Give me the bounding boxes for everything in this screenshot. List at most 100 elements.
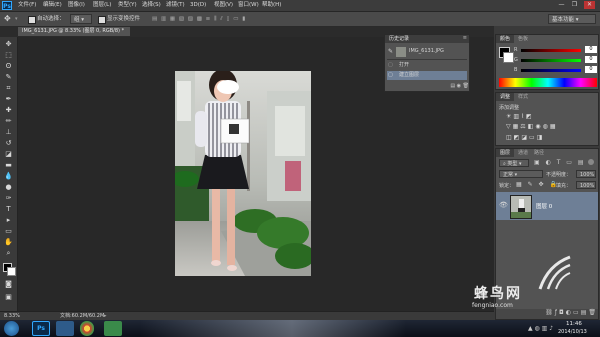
document-tab[interactable]: IMG_6131.JPG @ 8.33% (图层 0, RGB/8) * ×: [18, 27, 130, 43]
lasso-tool-icon[interactable]: ʘ: [3, 62, 14, 71]
quick-select-tool-icon[interactable]: ✎: [3, 73, 14, 82]
history-snapshot[interactable]: ✎ IMG_6131.JPG: [387, 45, 467, 60]
lock-icons[interactable]: ▦ ✎ ✥ 🔒: [516, 181, 559, 188]
zoom-tool-icon[interactable]: ⌕: [3, 249, 14, 258]
crop-tool-icon[interactable]: ⌗: [3, 84, 14, 93]
panel-menu-icon[interactable]: ≡: [463, 35, 467, 41]
history-panel-tab[interactable]: 历史记录: [385, 35, 469, 43]
tab-adjustments[interactable]: 调整: [496, 93, 515, 101]
layer-filter-icons[interactable]: ▣ ◐ T ▭ ▤: [534, 159, 586, 166]
eyedropper-tool-icon[interactable]: ✒: [3, 95, 14, 104]
delete-state-icon[interactable]: 🗑: [463, 83, 469, 89]
vibrance-icon[interactable]: ▽: [506, 123, 513, 130]
taskbar-app-icon[interactable]: [104, 321, 122, 336]
layer-row[interactable]: 👁 图层 0: [496, 192, 598, 220]
menu-image[interactable]: 图像(I): [68, 1, 85, 10]
menu-type[interactable]: 类型(Y): [118, 1, 137, 10]
move-tool-icon[interactable]: ✥: [3, 40, 14, 49]
tool-preset-icon[interactable]: ▾: [15, 14, 18, 24]
color-lookup-icon[interactable]: ▦: [550, 123, 558, 130]
taskbar-photoshop-icon[interactable]: Ps: [32, 321, 50, 336]
blur-tool-icon[interactable]: 💧: [3, 172, 14, 181]
healing-brush-tool-icon[interactable]: ✚: [3, 106, 14, 115]
start-button[interactable]: [4, 321, 19, 336]
history-brush-tool-icon[interactable]: ↺: [3, 139, 14, 148]
clock-time[interactable]: 11:46: [566, 321, 582, 327]
align-icons[interactable]: ▤ ▥ ▦ ▧ ▨ ▩ ≡ ⫼ ⫽ ▯ ▭ ▮: [152, 14, 246, 24]
clone-stamp-tool-icon[interactable]: ⊥: [3, 128, 14, 137]
restore-button[interactable]: ❐: [569, 1, 580, 9]
brush-tool-icon[interactable]: ✏: [3, 117, 14, 126]
invert-icon[interactable]: ◫: [506, 134, 514, 141]
watermark-logo-icon: [538, 255, 571, 290]
filter-toggle-icon[interactable]: [588, 159, 594, 165]
dodge-tool-icon[interactable]: ●: [3, 183, 14, 192]
menu-view[interactable]: 视图(V): [214, 1, 233, 10]
history-item-selected[interactable]: ▢ 建立图层: [387, 71, 467, 80]
opacity-input[interactable]: 100%: [576, 170, 596, 178]
minimize-button[interactable]: —: [556, 1, 567, 9]
gradient-tool-icon[interactable]: ▬: [3, 161, 14, 170]
type-tool-icon[interactable]: T: [3, 205, 14, 214]
color-balance-icon[interactable]: ⚖: [520, 123, 527, 130]
move-tool-icon[interactable]: ✥: [4, 14, 11, 24]
menu-filter[interactable]: 滤镜(T): [166, 1, 185, 10]
background-color-swatch[interactable]: [7, 267, 16, 276]
taskbar-explorer-icon[interactable]: [56, 321, 74, 336]
eraser-tool-icon[interactable]: ◪: [3, 150, 14, 159]
new-document-from-state-icon[interactable]: ▤: [450, 83, 455, 89]
tray-icons[interactable]: ▲ ◍ ▥ ♪: [528, 325, 553, 332]
channel-mixer-icon[interactable]: ◍: [543, 123, 550, 130]
levels-icon[interactable]: ▥: [513, 113, 521, 120]
menu-window[interactable]: 窗口(W): [238, 1, 259, 10]
show-transform-checkbox[interactable]: [98, 16, 106, 24]
document-canvas-photo[interactable]: [175, 71, 311, 276]
tab-color[interactable]: 颜色: [496, 35, 515, 43]
screen-mode-icon[interactable]: ▣: [3, 293, 14, 302]
tab-swatches[interactable]: 色板: [518, 35, 528, 43]
red-value-input[interactable]: 0: [585, 46, 597, 53]
tab-channels[interactable]: 通道: [518, 149, 528, 157]
layer-filter-kind-dropdown[interactable]: ⌕ 类型 ▾: [499, 159, 529, 167]
tab-styles[interactable]: 样式: [518, 93, 528, 101]
history-item[interactable]: ▢ 打开: [387, 61, 467, 70]
blue-slider[interactable]: [521, 69, 581, 72]
green-slider[interactable]: [521, 59, 581, 62]
threshold-icon[interactable]: ◪: [521, 134, 529, 141]
history-brush-source-icon[interactable]: ✎: [388, 48, 393, 55]
close-button[interactable]: ✕: [584, 1, 595, 9]
tab-paths[interactable]: 路径: [534, 149, 544, 157]
taskbar-chrome-icon[interactable]: [80, 321, 94, 336]
red-slider[interactable]: [521, 49, 581, 52]
exposure-icon[interactable]: ◩: [526, 113, 534, 120]
menu-file[interactable]: 文件(F): [18, 1, 36, 10]
blue-value-input[interactable]: 0: [585, 66, 597, 73]
new-snapshot-icon[interactable]: ◉: [457, 83, 461, 89]
shape-tool-icon[interactable]: ▭: [3, 227, 14, 236]
color-spectrum-ramp[interactable]: [499, 78, 597, 87]
green-value-input[interactable]: 0: [585, 56, 597, 63]
auto-select-checkbox[interactable]: [28, 16, 36, 24]
gradient-map-icon[interactable]: ▭: [529, 134, 537, 141]
marquee-tool-icon[interactable]: ⬚: [3, 51, 14, 60]
clock-date[interactable]: 2014/10/13: [558, 329, 587, 335]
fill-input[interactable]: 100%: [576, 181, 596, 189]
auto-select-dropdown[interactable]: 组 ▾: [70, 14, 92, 24]
pen-tool-icon[interactable]: ✑: [3, 194, 14, 203]
menu-select[interactable]: 选择(S): [142, 1, 161, 10]
path-select-tool-icon[interactable]: ▸: [3, 216, 14, 225]
workspace-dropdown[interactable]: 基本功能 ▾: [548, 14, 596, 24]
blend-mode-dropdown[interactable]: 正常 ▾: [499, 170, 543, 178]
menu-3d[interactable]: 3D(D): [190, 1, 206, 10]
visibility-eye-icon[interactable]: 👁: [499, 201, 508, 209]
menu-layer[interactable]: 图层(L): [93, 1, 111, 10]
hand-tool-icon[interactable]: ✋: [3, 238, 14, 247]
tab-layers[interactable]: 图层: [496, 149, 515, 157]
quick-mask-icon[interactable]: ◙: [3, 280, 14, 289]
menu-edit[interactable]: 编辑(E): [43, 1, 62, 10]
menu-help[interactable]: 帮助(H): [262, 1, 281, 10]
layer-name[interactable]: 图层 0: [536, 202, 552, 210]
color-background-swatch[interactable]: [503, 52, 514, 63]
photo-filter-icon[interactable]: ◉: [535, 123, 542, 130]
selective-color-icon[interactable]: ◨: [537, 134, 545, 141]
